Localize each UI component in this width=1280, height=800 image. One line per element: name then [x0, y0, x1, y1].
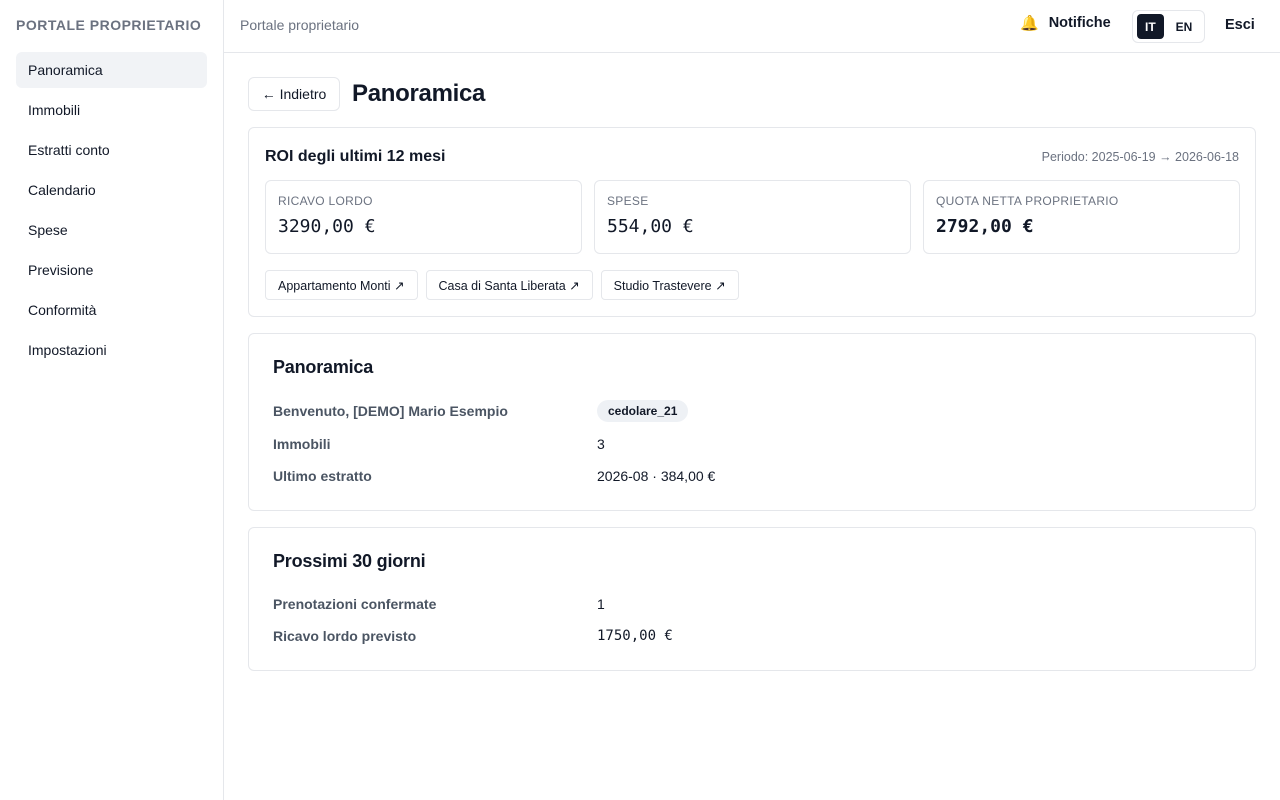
property-link-appartamento-monti[interactable]: Appartamento Monti ↗ [265, 270, 418, 300]
notifications-label: Notifiche [1048, 15, 1111, 31]
sidebar-item-impostazioni[interactable]: Impostazioni [16, 332, 207, 368]
sidebar-item-spese[interactable]: Spese [16, 212, 207, 248]
language-en-button[interactable]: EN [1168, 14, 1201, 39]
kpi-expenses: SPESE 554,00 € [594, 180, 911, 254]
back-button[interactable]: ← Indietro [248, 77, 340, 111]
top-bar: Portale proprietario 🔔 Notifiche IT EN E… [224, 0, 1280, 53]
forecast-revenue-value: 1750,00 € [597, 628, 673, 644]
kpi-row: RICAVO LORDO 3290,00 € SPESE 554,00 € QU… [265, 180, 1240, 254]
kpi-value: 3290,00 € [278, 216, 376, 237]
sidebar-item-estratti-conto[interactable]: Estratti conto [16, 132, 207, 168]
tax-regime-badge: cedolare_21 [597, 400, 689, 422]
kpi-label: RICAVO LORDO [278, 194, 373, 208]
next-30-days-card: Prossimi 30 giorni Prenotazioni conferma… [248, 527, 1256, 671]
kpi-value: 554,00 € [607, 216, 694, 237]
overview-card: Panoramica Benvenuto, [DEMO] Mario Esemp… [248, 333, 1256, 511]
property-links: Appartamento Monti ↗ Casa di Santa Liber… [265, 270, 739, 300]
page-title: Panoramica [352, 80, 486, 107]
kpi-value: 2792,00 € [936, 216, 1034, 237]
next-30-days-title: Prossimi 30 giorni [273, 551, 426, 571]
roi-card: ROI degli ultimi 12 mesi Periodo: 2025-0… [248, 127, 1256, 317]
welcome-row: Benvenuto, [DEMO] Mario Esempio cedolare… [273, 399, 1233, 423]
overview-title: Panoramica [273, 357, 374, 377]
topbar-title: Portale proprietario [240, 17, 360, 33]
kpi-label: SPESE [607, 194, 649, 208]
last-statement-value: 2026-08 · 384,00 € [597, 468, 716, 484]
sidebar-nav: Panoramica Immobili Estratti conto Calen… [16, 52, 207, 372]
logout-button[interactable]: Esci [1225, 17, 1255, 33]
last-statement-row: Ultimo estratto 2026-08 · 384,00 € [273, 464, 1233, 488]
forecast-revenue-row: Ricavo lordo previsto 1750,00 € [273, 624, 1233, 648]
bookings-label: Prenotazioni confermate [273, 596, 437, 612]
property-link-casa-santa-liberata[interactable]: Casa di Santa Liberata ↗ [425, 270, 593, 300]
sidebar-item-conformita[interactable]: Conformità [16, 292, 207, 328]
bookings-row: Prenotazioni confermate 1 [273, 592, 1233, 616]
welcome-value: cedolare_21 [597, 400, 689, 422]
kpi-gross-revenue: RICAVO LORDO 3290,00 € [265, 180, 582, 254]
bookings-value: 1 [597, 596, 605, 612]
roi-title: ROI degli ultimi 12 mesi [265, 148, 446, 165]
properties-value: 3 [597, 436, 605, 452]
last-statement-label: Ultimo estratto [273, 468, 372, 484]
sidebar-item-previsione[interactable]: Previsione [16, 252, 207, 288]
forecast-revenue-label: Ricavo lordo previsto [273, 628, 417, 644]
bell-icon: 🔔 [1020, 14, 1039, 32]
language-switcher: IT EN [1132, 10, 1205, 43]
kpi-owner-net-share: QUOTA NETTA PROPRIETARIO 2792,00 € [923, 180, 1240, 254]
property-link-studio-trastevere[interactable]: Studio Trastevere ↗ [600, 270, 739, 300]
sidebar-item-immobili[interactable]: Immobili [16, 92, 207, 128]
kpi-label: QUOTA NETTA PROPRIETARIO [936, 194, 1119, 208]
sidebar-item-calendario[interactable]: Calendario [16, 172, 207, 208]
properties-label: Immobili [273, 436, 331, 452]
roi-period: Periodo: 2025-06-19 → 2026-06-18 [1041, 150, 1239, 164]
properties-row: Immobili 3 [273, 432, 1233, 456]
welcome-label: Benvenuto, [DEMO] Mario Esempio [273, 403, 508, 419]
sidebar: PORTALE PROPRIETARIO Panoramica Immobili… [0, 0, 224, 800]
language-it-button[interactable]: IT [1137, 14, 1164, 39]
sidebar-brand: PORTALE PROPRIETARIO [16, 17, 202, 33]
sidebar-item-panoramica[interactable]: Panoramica [16, 52, 207, 88]
notifications-button[interactable]: 🔔 Notifiche [1020, 15, 1111, 31]
